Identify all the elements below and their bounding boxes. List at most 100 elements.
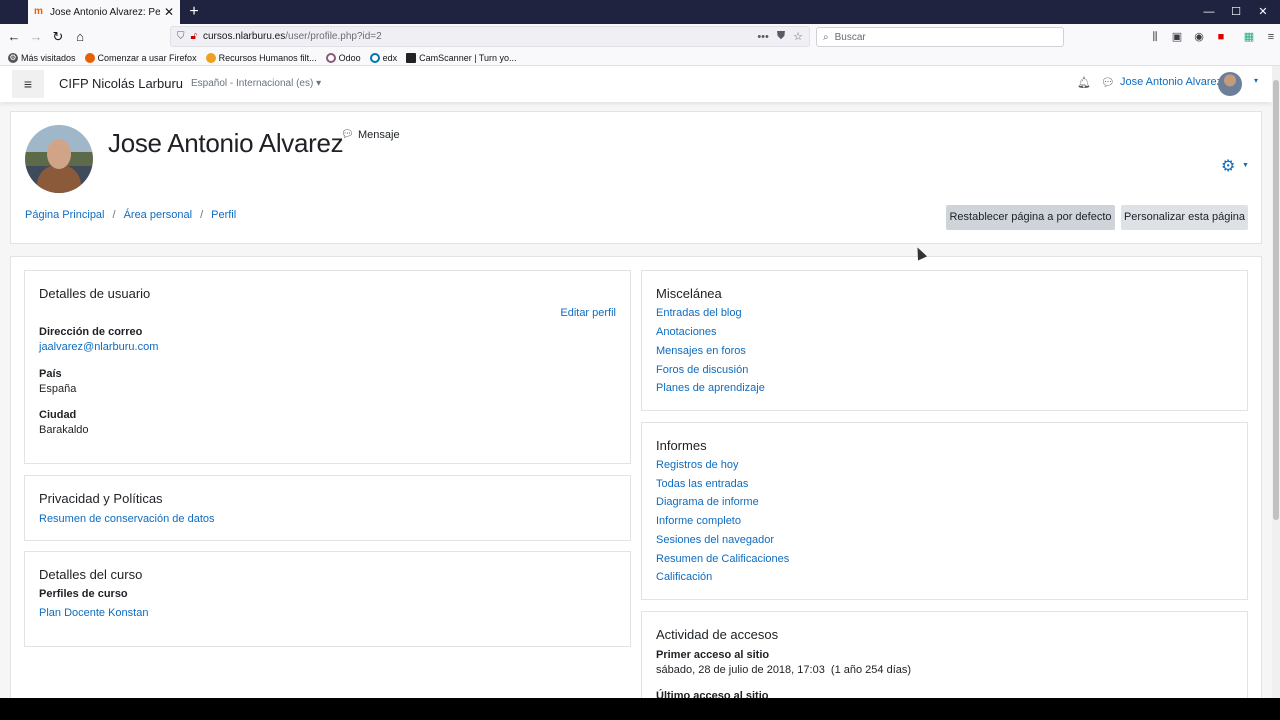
forward-icon[interactable]: → (26, 27, 46, 47)
reload-icon[interactable]: ↻ (48, 27, 68, 47)
report-link[interactable]: Diagrama de informe (656, 496, 759, 508)
forum-posts-link[interactable]: Mensajes en foros (656, 345, 746, 357)
back-icon[interactable]: ← (4, 27, 24, 47)
url-text: cursos.nlarburu.es/user/profile.php?id=2 (202, 31, 382, 42)
email-link[interactable]: jaalvarez@nlarburu.com (39, 341, 158, 353)
breadcrumb-profile[interactable]: Perfil (211, 209, 236, 221)
report-link[interactable]: Calificación (656, 571, 712, 583)
privacy-card: Privacidad y Políticas Resumen de conser… (24, 475, 631, 541)
hamburger-menu-icon[interactable]: ≡ (12, 70, 44, 98)
gear-icon: ⚙ (8, 52, 18, 63)
search-icon: ⌕ (823, 31, 829, 43)
account-icon[interactable]: ◉ (1191, 29, 1207, 45)
page-actions-icon[interactable]: ••• (757, 31, 769, 43)
user-details-card: Detalles de usuario Editar perfil Direcc… (24, 270, 631, 464)
addons-icon[interactable]: ▦ (1241, 29, 1257, 45)
card-title: Detalles del curso (39, 567, 143, 582)
reset-page-button[interactable]: Restablecer página a por defecto (946, 205, 1115, 230)
breadcrumb-dashboard[interactable]: Área personal (124, 209, 193, 221)
moodle-navbar: ≡ CIFP Nicolás Larburu Español - Interna… (0, 66, 1272, 102)
learning-plans-link[interactable]: Planes de aprendizaje (656, 382, 765, 394)
country-label: País (39, 368, 62, 380)
edit-profile-link[interactable]: Editar perfil (560, 307, 616, 319)
odoo-icon (325, 52, 336, 63)
message-icon[interactable]: 💬︎ (341, 129, 354, 140)
course-link[interactable]: Plan Docente Konstan (39, 607, 148, 619)
new-tab-button[interactable]: + (184, 2, 204, 22)
bookmark-item[interactable]: CamScanner | Turn yo... (406, 52, 517, 63)
first-access-label: Primer acceso al sitio (656, 649, 770, 661)
data-retention-link[interactable]: Resumen de conservación de datos (39, 513, 215, 525)
language-selector[interactable]: Español - Internacional (es) ▾ (191, 78, 321, 89)
browser-tab[interactable]: m Jose Antonio Alvarez: Perfil pú ✕ (28, 0, 180, 24)
report-link[interactable]: Informe completo (656, 515, 741, 527)
bookmark-item[interactable]: ⚙ Más visitados (8, 52, 76, 63)
firefox-icon (84, 52, 95, 63)
site-icon (205, 52, 216, 63)
course-details-card: Detalles del curso Perfiles de curso Pla… (24, 551, 631, 647)
browser-search-bar[interactable]: ⌕ Buscar (816, 27, 1064, 47)
browser-nav-bar: ← → ↻ ⌂ ⛉ 🔓︎ cursos.nlarburu.es/user/pro… (0, 24, 1280, 50)
misc-card: Miscelánea Entradas del blog Anotaciones… (641, 270, 1248, 411)
country-value: España (39, 383, 77, 395)
chevron-down-icon[interactable]: ▾ (1254, 76, 1258, 85)
page-scrollbar[interactable] (1272, 66, 1280, 698)
menu-icon[interactable]: ≡ (1263, 29, 1279, 45)
edx-icon (369, 52, 380, 63)
bookmarks-bar: ⚙ Más visitados Comenzar a usar Firefox R… (0, 50, 1280, 66)
report-link[interactable]: Registros de hoy (656, 459, 739, 471)
profile-header: Jose Antonio Alvarez 💬︎ Mensaje ⚙ ▼ Pági… (10, 111, 1262, 244)
profile-region: Detalles de usuario Editar perfil Direcc… (10, 256, 1262, 698)
forum-discussions-link[interactable]: Foros de discusión (656, 364, 748, 376)
close-window-icon[interactable]: ✕ (1246, 0, 1280, 24)
bookmark-item[interactable]: Recursos Humanos filt... (205, 52, 317, 63)
card-title: Informes (656, 438, 707, 453)
extension-icon[interactable]: ■ (1213, 29, 1229, 45)
shield-icon: ⛉ (177, 31, 185, 42)
pocket-icon[interactable]: ⛊ (777, 30, 785, 43)
card-title: Actividad de accesos (656, 627, 779, 642)
message-link[interactable]: Mensaje (358, 129, 400, 141)
page-content: ≡ CIFP Nicolás Larburu Español - Interna… (0, 66, 1272, 698)
report-link[interactable]: Resumen de Calificaciones (656, 553, 789, 565)
tab-title: Jose Antonio Alvarez: Perfil pú (50, 6, 160, 18)
close-tab-icon[interactable]: ✕ (164, 5, 174, 19)
blog-entries-link[interactable]: Entradas del blog (656, 307, 742, 319)
bookmark-item[interactable]: Odoo (325, 52, 361, 63)
city-label: Ciudad (39, 409, 77, 421)
bookmark-item[interactable]: Comenzar a usar Firefox (84, 52, 197, 63)
profile-full-name: Jose Antonio Alvarez (108, 128, 344, 158)
card-title: Privacidad y Políticas (39, 491, 163, 506)
bookmark-item[interactable]: edx (369, 52, 397, 63)
profile-avatar (25, 125, 93, 193)
gear-icon[interactable]: ⚙ (1221, 156, 1235, 176)
library-icon[interactable]: ⫼ (1147, 29, 1163, 45)
moodle-favicon-icon: m (34, 6, 43, 17)
breadcrumb-home[interactable]: Página Principal (25, 209, 105, 221)
notification-bell-icon[interactable]: 🔔︎ (1077, 76, 1091, 89)
notes-link[interactable]: Anotaciones (656, 326, 717, 338)
camscanner-icon (406, 52, 417, 63)
site-name[interactable]: CIFP Nicolás Larburu (59, 76, 183, 91)
breadcrumb: Página Principal / Área personal / Perfi… (25, 209, 237, 221)
sidebar-icon[interactable]: ▣ (1169, 29, 1185, 45)
user-avatar[interactable] (1218, 72, 1242, 96)
reports-card: Informes Registros de hoy Todas las entr… (641, 422, 1248, 600)
report-link[interactable]: Todas las entradas (656, 478, 748, 490)
email-label: Dirección de correo (39, 326, 143, 338)
bookmark-star-icon[interactable]: ☆ (793, 30, 803, 43)
card-title: Detalles de usuario (39, 286, 151, 301)
browser-tab-bar: m Jose Antonio Alvarez: Perfil pú ✕ + — … (0, 0, 1280, 24)
report-link[interactable]: Sesiones del navegador (656, 534, 774, 546)
last-access-label: Último acceso al sitio (656, 690, 769, 698)
search-placeholder: Buscar (834, 31, 866, 43)
chevron-down-icon[interactable]: ▼ (1242, 162, 1249, 169)
first-access-value: sábado, 28 de julio de 2018, 17:03 (1 añ… (656, 664, 912, 676)
user-menu-name[interactable]: Jose Antonio Alvarez (1120, 76, 1222, 88)
card-title: Miscelánea (656, 286, 722, 301)
messages-icon[interactable]: 💬︎ (1101, 76, 1115, 89)
customize-page-button[interactable]: Personalizar esta página (1121, 205, 1248, 230)
course-profiles-label: Perfiles de curso (39, 588, 128, 600)
home-icon[interactable]: ⌂ (70, 27, 90, 47)
url-bar[interactable]: ⛉ 🔓︎ cursos.nlarburu.es/user/profile.php… (170, 26, 810, 47)
